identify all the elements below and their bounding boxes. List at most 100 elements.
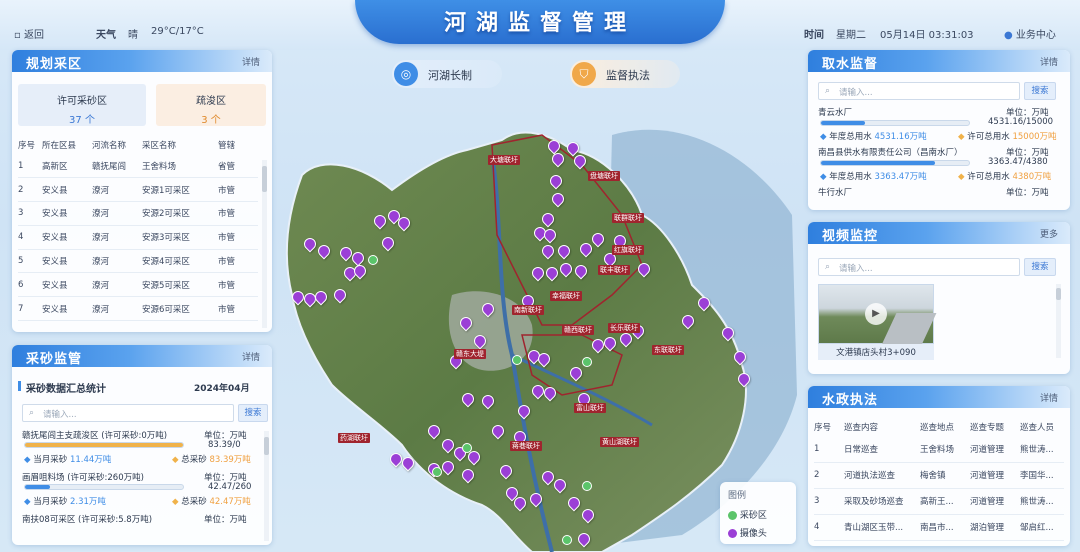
mining-scrollbar[interactable] — [264, 431, 269, 541]
table-cell: 2 — [18, 177, 42, 203]
label: 年度总用水 — [829, 172, 872, 182]
video-more-link[interactable]: 更多 — [1040, 227, 1058, 240]
label: 总采砂 — [181, 455, 207, 465]
video-scrollbar[interactable] — [1056, 284, 1061, 358]
table-row[interactable]: 3 采取及砂场巡查 高新王... 河道管理 熊世涛... — [814, 488, 1064, 515]
stat-dredge[interactable]: 疏浚区 3 个 — [156, 84, 266, 126]
table-cell: 高新区 — [42, 154, 92, 179]
value: 3363.47万吨 — [874, 172, 927, 182]
video-thumbnail[interactable]: ▶ — [818, 284, 937, 345]
mining-panel: 采砂监管 详情 采砂数据汇总统计 2024年04月 ⌕ 请输入... 搜索 赣抚尾闾… — [12, 345, 272, 545]
enforce-more-link[interactable]: 详情 — [1040, 391, 1058, 404]
table-cell: 市管 — [218, 225, 258, 250]
mining-item[interactable]: 画眉咀料场 (许可采砂:260万吨) 单位：万吨 42.47/260 ◆ 当月采砂 2… — [22, 471, 262, 511]
map-label: 东联联圩 — [652, 345, 684, 355]
search-icon: ⌕ — [29, 408, 35, 418]
stat-permit[interactable]: 许可采砂区 37 个 — [18, 84, 146, 126]
mining-current: ◆ 当月采砂 2.31万吨 — [24, 497, 106, 507]
table-cell: 赣抚尾闾 — [92, 154, 142, 179]
mining-area-marker[interactable] — [582, 357, 592, 367]
table-cell: 安义县 — [42, 296, 92, 322]
map-label: 联群联圩 — [612, 213, 644, 223]
video-search-input[interactable]: ⌕ 请输入... — [818, 258, 1020, 276]
water-item-name: 南昌县供水有限责任公司（昌南水厂） — [818, 148, 963, 158]
table-row[interactable]: 2 安义县 潦河 安源1可采区 市管 — [18, 177, 258, 203]
business-center-button[interactable]: ● 业务中心 — [1004, 26, 1056, 41]
table-cell: 2 — [814, 462, 844, 489]
plan-scrollbar[interactable] — [262, 160, 267, 328]
table-cell: 采取及砂场巡查 — [844, 488, 920, 515]
mining-more-link[interactable]: 详情 — [242, 350, 260, 363]
table-cell: 潦河 — [92, 296, 142, 322]
mining-search-input[interactable]: ⌕ 请输入... — [22, 404, 234, 422]
mining-area-marker[interactable] — [582, 481, 592, 491]
weekday: 星期二 — [836, 30, 866, 41]
mining-area-marker[interactable] — [368, 255, 378, 265]
label: 年度总用水 — [829, 132, 872, 142]
mining-area-marker[interactable] — [512, 355, 522, 365]
table-row[interactable]: 6 安义县 潦河 安源5可采区 市管 — [18, 272, 258, 298]
table-row[interactable]: 3 安义县 潦河 安源2可采区 市管 — [18, 201, 258, 226]
table-row[interactable]: 1 日常巡查 王舍料场 河道管理 熊世涛... — [814, 436, 1064, 463]
label: 当月采砂 — [33, 455, 68, 465]
table-cell: 潦河 — [92, 249, 142, 274]
map-label: 大塘联圩 — [488, 155, 520, 165]
map-label: 长乐联圩 — [608, 323, 640, 333]
mining-item[interactable]: 南扶08可采区 (许可采砂:5.8万吨) 单位：万吨 — [22, 513, 262, 545]
table-cell: 安义县 — [42, 177, 92, 203]
table-cell: 日常巡查 — [844, 436, 920, 463]
datetime: 05月14日 03:31:03 — [880, 30, 974, 41]
search-icon: ⌕ — [825, 86, 831, 96]
water-title: 取水监督 — [822, 57, 879, 72]
mining-total: ◆ 总采砂 83.39万吨 — [172, 455, 251, 465]
table-cell: 安义县 — [42, 225, 92, 250]
tab-river-chief[interactable]: ◎ 河湖长制 — [392, 60, 502, 88]
table-row[interactable]: 4 安义县 潦河 安源3可采区 市管 — [18, 225, 258, 250]
mining-area-marker[interactable] — [562, 535, 572, 545]
table-row[interactable]: 4 青山湖区玉带... 南昌市... 湖泊管理 邹启红... — [814, 514, 1064, 541]
table-cell: 南昌市... — [920, 514, 970, 541]
table-row[interactable]: 7 安义县 潦河 安源6可采区 市管 — [18, 296, 258, 322]
legend-label: 摄像头 — [739, 529, 767, 539]
mining-search-button[interactable]: 搜索 — [238, 404, 268, 422]
water-item-name: 青云水厂 — [818, 108, 853, 118]
enforce-table: 序号 巡查内容 巡查地点 巡查专题 巡查人员 1 日常巡查 王舍料场 河道管理 熊世涛.… — [814, 418, 1064, 541]
mining-item[interactable]: 赣抚尾闾主支疏浚区 (许可采砂:0万吨) 单位：万吨 83.39/0 ◆ 当月采砂 1… — [22, 429, 262, 469]
water-item[interactable]: 牛行水厂 单位：万吨 — [818, 186, 1058, 210]
tab-river-chief-label: 河湖长制 — [428, 69, 472, 82]
play-icon[interactable]: ▶ — [865, 303, 887, 325]
table-cell: 市管 — [218, 177, 258, 203]
table-cell: 潦河 — [92, 272, 142, 298]
value: 83.39万吨 — [209, 455, 251, 465]
mining-area-marker[interactable] — [462, 443, 472, 453]
mining-panel-header: 采砂监管 详情 — [12, 345, 272, 367]
water-item[interactable]: 南昌县供水有限责任公司（昌南水厂） 单位：万吨 3363.47/4380 ◆ 年度总用… — [818, 146, 1058, 184]
map-label: 药湖联圩 — [338, 433, 370, 443]
table-row[interactable]: 1 高新区 赣抚尾闾 王舍料场 省管 — [18, 154, 258, 179]
video-search-button[interactable]: 搜索 — [1024, 258, 1056, 276]
table-cell: 市管 — [218, 249, 258, 274]
search-placeholder: 请输入... — [839, 264, 873, 274]
stat-dredge-value: 3 — [201, 115, 208, 126]
water-item[interactable]: 青云水厂 单位：万吨 4531.16/15000 ◆ 年度总用水 4531.16万吨 ◆… — [818, 106, 1058, 144]
legend-title: 图例 — [728, 491, 747, 501]
table-row[interactable]: 5 安义县 潦河 安源4可采区 市管 — [18, 249, 258, 274]
back-button[interactable]: ▫ 返回 — [14, 26, 44, 41]
search-placeholder: 请输入... — [43, 410, 77, 420]
water-search-button[interactable]: 搜索 — [1024, 82, 1056, 100]
map-label: 富山联圩 — [574, 403, 606, 413]
mining-item-unit: 单位：万吨 — [204, 515, 247, 525]
water-more-link[interactable]: 详情 — [1040, 55, 1058, 68]
table-cell: 河道管理 — [970, 488, 1020, 515]
tab-supervision[interactable]: ⛉ 监督执法 — [570, 60, 680, 88]
mining-area-marker[interactable] — [432, 467, 442, 477]
column-header: 序号 — [814, 423, 832, 433]
plan-more-link[interactable]: 详情 — [242, 55, 260, 68]
table-row[interactable]: 2 河道执法巡查 梅舍镇 河道管理 李国华... — [814, 462, 1064, 489]
water-search-input[interactable]: ⌕ 请输入... — [818, 82, 1020, 100]
label: 许可总用水 — [967, 132, 1010, 142]
map-label: 联丰联圩 — [598, 265, 630, 275]
search-icon: ⌕ — [825, 262, 831, 272]
table-cell: 青山湖区玉带... — [844, 514, 920, 541]
table-cell: 安义县 — [42, 201, 92, 226]
